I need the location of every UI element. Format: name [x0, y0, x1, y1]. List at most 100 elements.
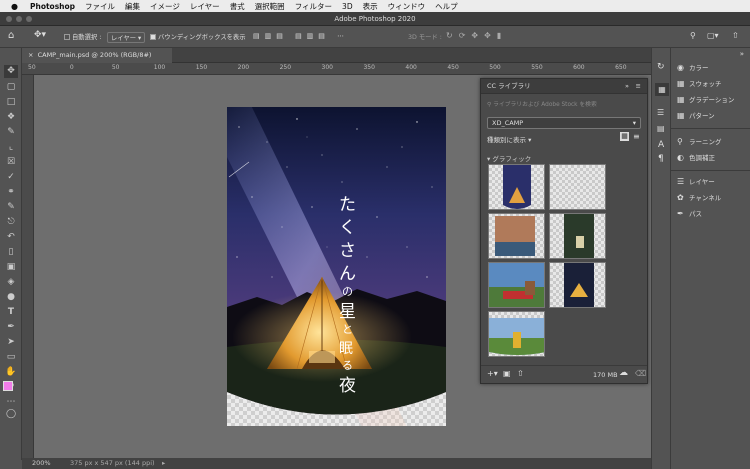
menu-view[interactable]: 表示: [363, 1, 378, 12]
graphic-thumbnail[interactable]: [549, 213, 606, 259]
close-window-button[interactable]: [6, 16, 12, 22]
ruler-tick-label: 450: [447, 64, 459, 71]
poster-illustration: た く さ ん の 星 と 眠 る 夜: [227, 107, 446, 426]
graphic-thumbnail[interactable]: [549, 164, 606, 210]
learn-panel-tab[interactable]: ⚲ ラーニング: [677, 136, 722, 148]
close-tab-icon[interactable]: ×: [28, 51, 33, 59]
menu-3d[interactable]: 3D: [342, 2, 353, 11]
artboard-tool-icon[interactable]: ▢: [4, 81, 18, 94]
graphic-thumbnail[interactable]: [549, 262, 606, 308]
poster-artwork[interactable]: た く さ ん の 星 と 眠 る 夜: [227, 107, 446, 426]
home-icon[interactable]: ⌂: [8, 30, 14, 41]
character-panel-icon[interactable]: A: [658, 140, 664, 150]
collapse-dock-icon[interactable]: »: [740, 50, 744, 58]
minimize-window-button[interactable]: [16, 16, 22, 22]
quick-mask-icon[interactable]: ◯: [4, 408, 18, 421]
adjustments-panel-tab[interactable]: ◐ 色調補正: [677, 152, 715, 164]
menu-layer[interactable]: レイヤー: [190, 1, 220, 12]
cc-libraries-panel-icon[interactable]: ▦: [655, 83, 669, 96]
cloud-icon[interactable]: ☁: [619, 368, 628, 378]
collapse-icon[interactable]: »: [625, 79, 629, 94]
search-icon[interactable]: ⚲: [690, 31, 696, 40]
graphic-thumbnail[interactable]: [488, 213, 545, 259]
menu-help[interactable]: ヘルプ: [435, 1, 458, 12]
learn-panel-label: ラーニング: [689, 138, 722, 146]
upload-icon[interactable]: ⇧: [517, 369, 524, 378]
zoom-level[interactable]: 200%: [32, 458, 51, 469]
library-select[interactable]: XD_CAMP ▾: [487, 117, 641, 129]
auto-select-checkbox[interactable]: 自動選択 :: [64, 32, 101, 41]
bounding-box-checkbox[interactable]: バウンディングボックスを表示: [150, 32, 246, 41]
brush-tool-icon[interactable]: ✎: [4, 201, 18, 214]
gradient-tool-icon[interactable]: ▣: [4, 261, 18, 274]
folder-icon[interactable]: ▣: [503, 369, 511, 378]
status-menu-icon[interactable]: ▸: [162, 458, 165, 469]
menu-filter[interactable]: フィルター: [295, 1, 332, 12]
graphics-section-header[interactable]: ▾ グラフィック: [487, 153, 531, 163]
patterns-panel-tab[interactable]: ▦ パターン: [677, 110, 715, 122]
workspace-icon[interactable]: ▢▾: [707, 31, 719, 40]
paths-panel-tab[interactable]: ✒ パス: [677, 208, 702, 220]
color-panel-tab[interactable]: ◉ カラー: [677, 62, 709, 74]
menu-image[interactable]: イメージ: [150, 1, 180, 12]
layers-panel-tab[interactable]: ☰ レイヤー: [677, 176, 715, 188]
healing-brush-tool-icon[interactable]: ⚭: [4, 186, 18, 199]
history-brush-tool-icon[interactable]: ↶: [4, 231, 18, 244]
trash-icon[interactable]: ⌫: [635, 369, 646, 378]
window-title: Adobe Photoshop 2020: [334, 15, 416, 23]
foreground-color-swatch[interactable]: [3, 381, 13, 391]
align-icons[interactable]: ▤▥▤ ▤▥▤ ⋯: [253, 32, 349, 40]
list-view-icon[interactable]: ≡: [633, 132, 640, 141]
adjust-panel-icon[interactable]: ▤: [657, 124, 665, 133]
sort-dropdown[interactable]: 種類別に表示 ▾: [487, 134, 531, 144]
stamp-tool-icon[interactable]: ⎋: [4, 216, 18, 229]
share-icon[interactable]: ⇧: [732, 31, 739, 40]
lasso-tool-icon[interactable]: ❖: [4, 111, 18, 124]
move-tool-icon[interactable]: ✥: [4, 65, 18, 78]
3d-mode-icons[interactable]: ↻⟳✥✥▮: [446, 31, 507, 40]
type-tool-icon[interactable]: T: [4, 306, 18, 319]
eyedropper-tool-icon[interactable]: ✓: [4, 171, 18, 184]
ruler-tick-label: 300: [321, 64, 333, 71]
channels-panel-tab[interactable]: ✿ チャンネル: [677, 192, 721, 204]
eraser-tool-icon[interactable]: ▯: [4, 246, 18, 259]
document-tab[interactable]: × CAMP_main.psd @ 200% (RGB/8#): [22, 48, 172, 63]
adjustments-panel-label: 色調補正: [689, 154, 715, 162]
add-element-icon[interactable]: +▾: [487, 369, 498, 378]
rectangle-tool-icon[interactable]: ▭: [4, 351, 18, 364]
quick-select-tool-icon[interactable]: ✎: [4, 126, 18, 139]
menu-edit[interactable]: 編集: [125, 1, 140, 12]
marquee-tool-icon[interactable]: □: [4, 96, 18, 109]
graphic-thumbnail[interactable]: [488, 311, 545, 357]
blur-tool-icon[interactable]: ◈: [4, 276, 18, 289]
menu-select[interactable]: 選択範囲: [255, 1, 285, 12]
app-menu[interactable]: Photoshop: [30, 2, 75, 11]
zoom-window-button[interactable]: [26, 16, 32, 22]
ruler-tick-label: 200: [237, 64, 250, 71]
path-select-tool-icon[interactable]: ➤: [4, 336, 18, 349]
move-tool-icon[interactable]: ✥▾: [34, 30, 46, 40]
dodge-tool-icon[interactable]: ●: [4, 291, 18, 304]
menu-type[interactable]: 書式: [230, 1, 245, 12]
auto-select-dropdown[interactable]: レイヤー ▾: [107, 32, 146, 43]
menu-window[interactable]: ウィンドウ: [388, 1, 426, 12]
history-panel-icon[interactable]: ↻: [657, 62, 665, 72]
gradients-panel-label: グラデーション: [689, 96, 735, 104]
right-panel-dock: » ◉ カラー ▦ スウォッチ ▦ グラデーション ▦ パターン ⚲ ラーニング ◐ 色調補…: [671, 48, 750, 469]
crop-tool-icon[interactable]: ⌞: [4, 141, 18, 154]
graphic-thumbnail[interactable]: [488, 164, 545, 210]
frame-tool-icon[interactable]: ☒: [4, 156, 18, 169]
swatches-panel-tab[interactable]: ▦ スウォッチ: [677, 78, 722, 90]
cc-libraries-tab[interactable]: CC ライブラリ: [487, 82, 531, 90]
apple-menu-icon[interactable]: ●: [11, 2, 18, 11]
library-search-input[interactable]: ⚲ ライブラリおよび Adobe Stock を検索: [487, 100, 641, 111]
gradients-panel-tab[interactable]: ▦ グラデーション: [677, 94, 734, 106]
graphic-thumbnail[interactable]: [488, 262, 545, 308]
panel-menu-icon[interactable]: ≡: [636, 79, 641, 94]
menu-file[interactable]: ファイル: [85, 1, 115, 12]
grid-view-icon[interactable]: ▦: [620, 132, 629, 141]
properties-panel-icon[interactable]: ☰: [657, 108, 664, 117]
hand-tool-icon[interactable]: ✋: [4, 366, 18, 379]
paragraph-panel-icon[interactable]: ¶: [658, 154, 664, 164]
pen-tool-icon[interactable]: ✒: [4, 321, 18, 334]
